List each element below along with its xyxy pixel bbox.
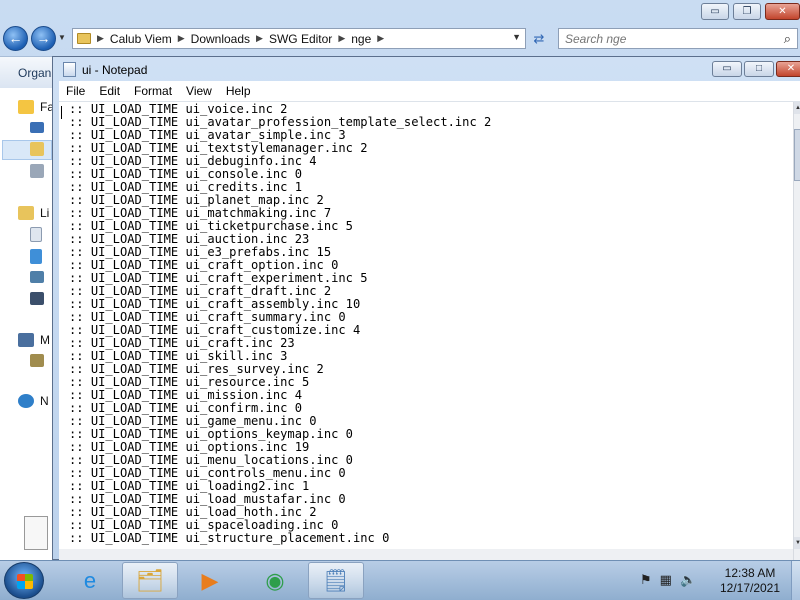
explorer-maximize-button[interactable]: ❐ [733,3,761,20]
breadcrumb-calub-viem[interactable]: Calub Viem [110,32,172,46]
taskbar: e 🗂 ▶ ◉ 🗒 ⚑ ▦ 🔈 12:38 AM 12/17/2021 [0,560,800,600]
menu-bar: File Edit Format View Help [59,81,800,102]
downloads-icon[interactable] [30,142,44,156]
nav-label-libraries[interactable]: Li [40,206,49,220]
show-desktop-button[interactable] [791,561,800,600]
nav-label-network[interactable]: N [40,394,49,408]
organize-menu[interactable]: Organ [18,66,51,80]
explorer-minimize-button[interactable]: ▭ [701,3,729,20]
text-caret [61,106,62,119]
taskbar-button-media-player[interactable]: ▶ [182,562,238,599]
chrome-icon: ◉ [265,567,285,593]
folder-icon [77,33,91,44]
selected-nav-item[interactable] [2,140,52,160]
search-input[interactable] [559,29,769,48]
close-button[interactable]: ✕ [776,61,800,77]
desktop-icon[interactable] [30,122,44,133]
videos-icon[interactable] [30,292,44,305]
menu-format[interactable]: Format [127,84,179,98]
taskbar-button-internet-explorer[interactable]: e [62,562,118,599]
network-icon[interactable] [18,394,34,408]
address-bar[interactable]: ▶ Calub Viem ▶ Downloads ▶ SWG Editor ▶ … [72,28,526,49]
search-icon[interactable]: ⌕ [784,31,791,47]
explorer-close-button[interactable]: ✕ [765,3,800,20]
breadcrumb-nge[interactable]: nge [351,32,371,46]
vertical-scrollbar[interactable]: ▲ ▼ [793,102,800,560]
notepad-icon: 🗒 [322,567,350,593]
network-status-icon[interactable]: ▦ [660,572,672,588]
address-dropdown-icon[interactable]: ▼ [512,32,521,42]
internet-explorer-icon: e [83,567,97,593]
libraries-icon[interactable] [18,206,34,220]
file-explorer-icon: 🗂 [136,567,164,593]
computer-icon[interactable] [18,333,34,347]
clock[interactable]: 12:38 AM 12/17/2021 [712,566,788,596]
minimize-button[interactable]: ▭ [712,61,742,77]
volume-icon[interactable]: 🔈 [680,572,696,588]
search-box[interactable]: ⌕ [558,28,798,49]
recent-places-icon[interactable] [30,164,44,178]
clock-date: 12/17/2021 [719,581,781,595]
maximize-button[interactable]: □ [744,61,774,77]
notepad-icon[interactable] [63,62,76,77]
scroll-down-icon[interactable]: ▼ [794,537,800,549]
file-thumbnail-icon [24,516,48,550]
start-button[interactable] [4,562,44,599]
music-icon[interactable] [30,249,42,264]
refresh-icon[interactable]: ⇄ [529,30,549,47]
taskbar-button-file-explorer[interactable]: 🗂 [122,562,178,599]
menu-file[interactable]: File [59,84,92,98]
forward-button[interactable]: → [31,26,56,51]
recent-pages-dropdown[interactable]: ▼ [58,33,66,42]
taskbar-button-chrome[interactable]: ◉ [247,562,303,599]
media-player-icon: ▶ [201,567,219,593]
system-tray: ⚑ ▦ 🔈 [640,572,696,588]
documents-icon[interactable] [30,227,42,242]
menu-edit[interactable]: Edit [92,84,127,98]
breadcrumb-swg-editor[interactable]: SWG Editor [269,32,332,46]
explorer-nav-pane: Fa Li M N [0,88,54,560]
horizontal-scrollbar[interactable] [59,549,793,560]
notepad-window: ui - Notepad ▭ □ ✕ File Edit Format View… [52,56,800,560]
breadcrumb-downloads[interactable]: Downloads [191,32,250,46]
editor-text[interactable]: :: UI_LOAD_TIME ui_voice.inc 2:: UI_LOAD… [69,103,491,545]
window-title: ui - Notepad [82,63,148,77]
scrollbar-thumb[interactable] [794,129,800,181]
back-button[interactable]: ← [3,26,28,51]
menu-view[interactable]: View [179,84,219,98]
clock-time: 12:38 AM [724,566,776,580]
text-editor[interactable]: :: UI_LOAD_TIME ui_voice.inc 2:: UI_LOAD… [59,102,793,549]
nav-label-computer[interactable]: M [40,333,50,347]
drive-icon[interactable] [30,354,44,367]
scroll-up-icon[interactable]: ▲ [794,102,800,114]
pictures-icon[interactable] [30,271,44,283]
taskbar-button-notepad[interactable]: 🗒 [308,562,364,599]
action-center-icon[interactable]: ⚑ [640,572,652,588]
notepad-title-bar[interactable]: ui - Notepad ▭ □ ✕ [53,57,800,81]
text-line[interactable]: :: UI_LOAD_TIME ui_structure_placement.i… [69,532,491,545]
menu-help[interactable]: Help [219,84,258,98]
favorites-star-icon[interactable] [18,100,34,114]
